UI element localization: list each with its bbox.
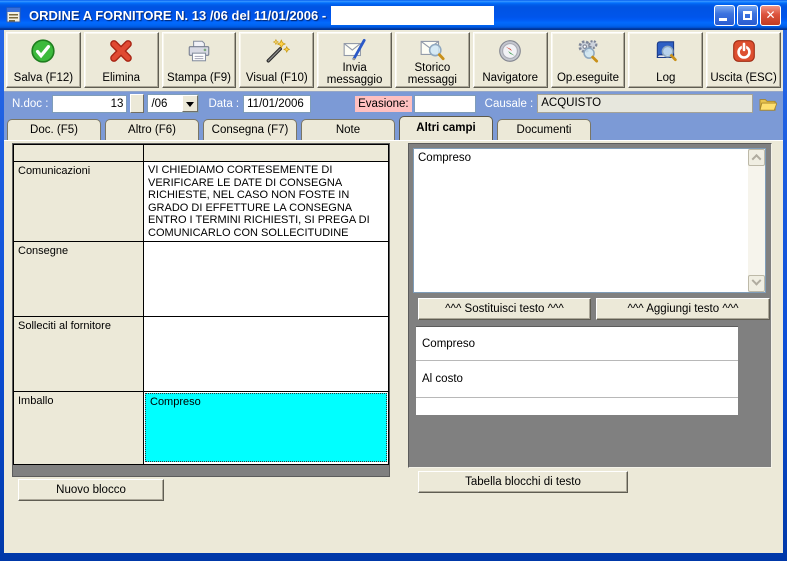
log-book-icon [653,36,679,66]
toolbar-button-label: Navigatore [482,72,538,84]
close-button[interactable]: ✕ [760,4,781,26]
toolbar-button-label: Salva (F12) [13,72,74,84]
toolbar-button-label: Storico messaggi [407,62,457,86]
toolbar-button-label: Visual (F10) [245,72,308,84]
send-message-icon [342,36,368,62]
data-input[interactable] [243,94,312,113]
toolbar-button-label: Stampa (F9) [167,72,231,84]
list-item-empty[interactable] [416,398,738,415]
causale-folder-button[interactable] [758,94,778,113]
table-row: Comunicazioni VI CHIEDIAMO CORTESEMENTE … [13,161,389,242]
data-label: Data : [208,97,240,110]
doc-suffix-select[interactable]: /06 [147,94,200,113]
toolbar-button-label: Op.eseguite [556,72,619,84]
grid-header-value-cell [143,144,389,162]
toolbar-button-label: Invia messaggio [326,62,383,86]
message-history-button[interactable]: Storico messaggi [394,32,470,88]
compass-icon [497,36,523,66]
log-button[interactable]: Log [628,32,704,88]
delete-button[interactable]: Elimina [83,32,159,88]
grid-row-label: Comunicazioni [13,161,144,242]
chevron-up-icon [751,153,762,164]
tab-documenti[interactable]: Documenti [497,119,591,140]
minimize-icon [719,17,727,21]
chevron-down-icon [751,275,762,286]
aggiungi-testo-button[interactable]: ^^^ Aggiungi testo ^^^ [596,298,770,320]
list-item[interactable]: Compreso [416,327,738,361]
toolbar-button-label: Uscita (ESC) [710,72,777,84]
app-icon [6,7,21,23]
grid-header-label-cell [13,144,144,162]
text-blocks-list: Compreso Al costo [416,326,738,415]
folder-icon [759,98,777,111]
maximize-icon [743,10,752,20]
evasione-input[interactable] [413,94,476,113]
message-history-icon [419,36,445,62]
print-button[interactable]: Stampa (F9) [161,32,237,88]
ndoc-lookup-button[interactable] [130,94,145,113]
grid-row-value[interactable] [143,316,389,392]
doc-suffix-value: /06 [151,97,168,110]
scroll-up-button[interactable] [748,149,765,166]
delete-x-icon [108,36,134,66]
nuovo-blocco-button[interactable]: Nuovo blocco [18,479,164,501]
sostituisci-testo-button[interactable]: ^^^ Sostituisci testo ^^^ [418,298,591,320]
power-icon [731,36,757,66]
scroll-down-button[interactable] [748,275,765,292]
toolbar: Salva (F12) Elimina Stampa (F9) Visual (… [4,30,783,92]
save-check-icon [30,36,56,66]
grid-row-label: Imballo [13,391,144,465]
title-blank-box [331,5,495,25]
block-text-input[interactable]: Compreso [416,151,747,290]
send-message-button[interactable]: Invia messaggio [317,32,392,88]
tab-doc[interactable]: Doc. (F5) [7,119,101,140]
titlebar[interactable]: ORDINE A FORNITORE N. 13 /06 del 11/01/2… [0,0,787,30]
grid-row-value[interactable] [143,241,389,317]
table-row: Imballo Compreso [13,391,389,465]
toolbar-button-label: Elimina [102,72,141,84]
causale-label: Causale : [484,97,534,110]
text-blocks-grid: Comunicazioni VI CHIEDIAMO CORTESEMENTE … [12,143,390,477]
grid-row-label: Consegne [13,241,144,317]
grid-selected-cell[interactable]: Compreso [145,393,387,462]
table-row: Consegne [13,241,389,317]
magic-wand-icon [264,36,290,66]
gears-icon [575,36,601,66]
app-window: ORDINE A FORNITORE N. 13 /06 del 11/01/2… [0,0,787,561]
printer-icon [186,36,212,66]
tabrow: Doc. (F5) Altro (F6) Consegna (F7) Note … [4,115,783,140]
document-fieldrow: N.doc : /06 Data : Evasione: Causale : A… [4,92,783,115]
ndoc-label: N.doc : [12,97,49,110]
list-item[interactable]: Al costo [416,361,738,398]
block-text-editor: Compreso [413,148,766,293]
tabella-blocchi-button[interactable]: Tabella blocchi di testo [418,471,628,493]
exit-button[interactable]: Uscita (ESC) [706,32,781,88]
maximize-button[interactable] [737,4,758,26]
grid-row-label: Solleciti al fornitore [13,316,144,392]
text-block-editor-panel: Compreso ^^^ Sostituisci testo ^^^ ^^^ A… [408,143,772,468]
window-title: ORDINE A FORNITORE N. 13 /06 del 11/01/2… [29,7,327,23]
tab-note[interactable]: Note [301,119,395,140]
navigator-button[interactable]: Navigatore [472,32,548,88]
tab-altri-campi[interactable]: Altri campi [399,116,493,140]
tab-consegna[interactable]: Consegna (F7) [203,119,297,140]
editor-scrollbar[interactable] [748,149,765,292]
evasione-label: Evasione: [355,95,412,112]
dropdown-arrow-icon[interactable] [182,95,199,112]
toolbar-button-label: Log [656,72,676,84]
minimize-button[interactable] [714,4,735,26]
causale-field[interactable]: ACQUISTO [537,94,753,113]
ndoc-input[interactable] [52,94,128,113]
close-icon: ✕ [765,8,776,22]
tab-altro[interactable]: Altro (F6) [105,119,199,140]
tab-page-altri-campi: Comunicazioni VI CHIEDIAMO CORTESEMENTE … [4,140,783,553]
grid-row-value[interactable]: VI CHIEDIAMO CORTESEMENTE DI VERIFICARE … [143,161,389,242]
table-row: Solleciti al fornitore [13,316,389,392]
visual-button[interactable]: Visual (F10) [239,32,315,88]
save-button[interactable]: Salva (F12) [6,32,81,88]
operations-button[interactable]: Op.eseguite [550,32,626,88]
